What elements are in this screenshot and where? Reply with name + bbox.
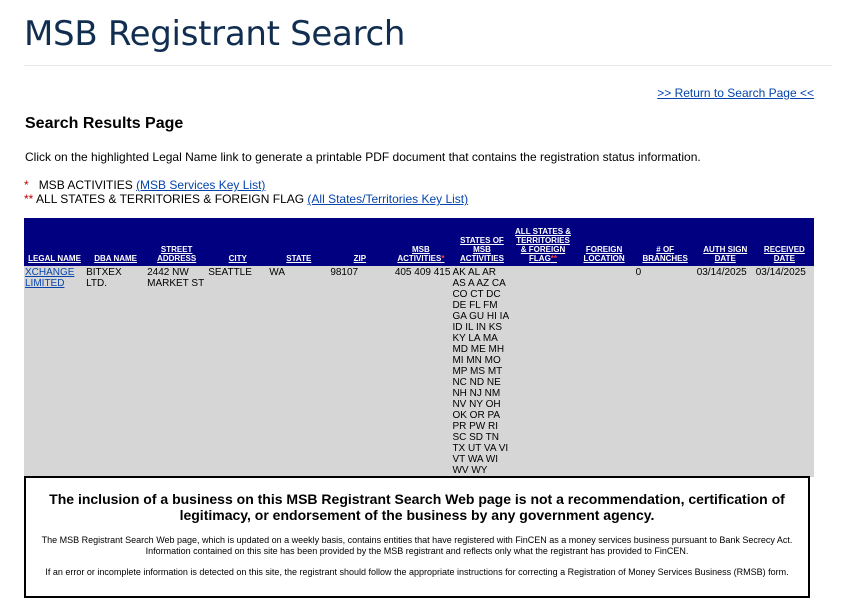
title-divider <box>24 65 832 66</box>
cell-msb-activities: 405 409 415 <box>390 266 452 477</box>
results-table: LEGAL NAME DBA NAME STREET ADDRESS CITY … <box>24 218 814 477</box>
cell-auth-sign-date: 03/14/2025 <box>695 266 755 477</box>
disclaimer-box: The inclusion of a business on this MSB … <box>24 476 810 598</box>
states-marker: ** <box>24 192 34 206</box>
cell-received-date: 03/14/2025 <box>754 266 814 477</box>
cell-city: SEATTLE <box>207 266 269 477</box>
header-num-branches[interactable]: # OF BRANCHES <box>634 218 696 266</box>
states-key-link[interactable]: (All States/Territories Key List) <box>307 192 468 206</box>
header-city[interactable]: CITY <box>207 218 269 266</box>
disclaimer-paragraph-1: The MSB Registrant Search Web page, whic… <box>41 535 793 556</box>
cell-dba-name: BITXEX LTD. <box>85 266 147 477</box>
header-auth-sign-date[interactable]: AUTH SIGN DATE <box>695 218 755 266</box>
msb-marker: * <box>24 178 29 192</box>
header-zip[interactable]: ZIP <box>329 218 391 266</box>
results-heading: Search Results Page <box>25 115 184 132</box>
table-header-row: LEGAL NAME DBA NAME STREET ADDRESS CITY … <box>24 218 814 266</box>
disclaimer-headline: The inclusion of a business on this MSB … <box>49 491 785 523</box>
cell-states-of-msb: AK AL AR AS A AZ CA CO CT DC DE FL FM GA… <box>451 266 513 477</box>
header-msb-marker: * <box>441 254 445 263</box>
cell-state: WA <box>268 266 330 477</box>
header-msb-activities[interactable]: MSB ACTIVITIES* <box>390 218 452 266</box>
header-all-states[interactable]: ALL STATES & TERRITORIES & FOREIGN FLAG*… <box>512 218 574 266</box>
cell-street-address: 2442 NW MARKET ST <box>146 266 208 477</box>
page-title: MSB Registrant Search <box>24 14 406 54</box>
header-legal-name[interactable]: LEGAL NAME <box>24 218 86 266</box>
header-street-address[interactable]: STREET ADDRESS <box>146 218 208 266</box>
cell-legal-name: XCHANGE LIMITED <box>24 266 86 477</box>
msb-services-key-link[interactable]: (MSB Services Key List) <box>136 178 265 192</box>
header-states-of-msb[interactable]: STATES OF MSB ACTIVITIES <box>451 218 513 266</box>
cell-all-states <box>512 266 574 477</box>
header-foreign-location[interactable]: FOREIGN LOCATION <box>573 218 635 266</box>
cell-foreign-location <box>573 266 635 477</box>
legal-name-link[interactable]: XCHANGE LIMITED <box>25 267 74 289</box>
cell-zip: 98107 <box>329 266 391 477</box>
table-row: XCHANGE LIMITED BITXEX LTD. 2442 NW MARK… <box>24 266 814 477</box>
legend-msb-activities: * MSB ACTIVITIES (MSB Services Key List) <box>24 178 265 192</box>
cell-num-branches: 0 <box>634 266 696 477</box>
header-received-date[interactable]: RECEIVED DATE <box>754 218 814 266</box>
header-all-states-label: ALL STATES & TERRITORIES & FOREIGN FLAG <box>515 227 572 263</box>
instructions-text: Click on the highlighted Legal Name link… <box>25 150 701 164</box>
legend-all-states: ** ALL STATES & TERRITORIES & FOREIGN FL… <box>24 192 468 206</box>
msb-legend-text: MSB ACTIVITIES <box>38 178 133 192</box>
disclaimer-paragraph-2: If an error or incomplete information is… <box>45 567 789 577</box>
states-legend-text: ALL STATES & TERRITORIES & FOREIGN FLAG <box>36 192 305 206</box>
header-msb-activities-label: MSB ACTIVITIES <box>397 245 442 263</box>
return-to-search-link[interactable]: >> Return to Search Page << <box>657 86 814 100</box>
header-dba-name[interactable]: DBA NAME <box>85 218 147 266</box>
header-states-marker: ** <box>550 254 558 263</box>
header-state[interactable]: STATE <box>268 218 330 266</box>
